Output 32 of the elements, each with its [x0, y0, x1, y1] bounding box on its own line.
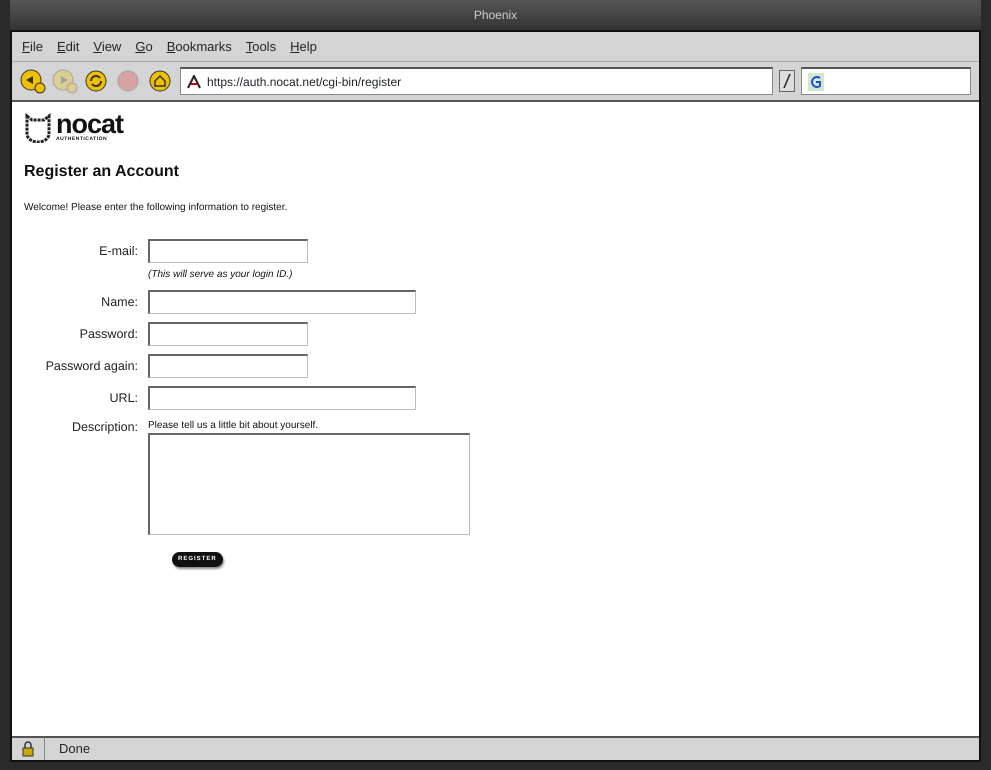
field-label: Password again: [44, 358, 139, 375]
page-heading: Register an Account [24, 162, 180, 182]
input-field[interactable] [148, 322, 308, 346]
status-text: Done [59, 740, 90, 758]
menu-item[interactable]: File [22, 36, 43, 56]
field-note: (This will serve as your login ID.) [148, 268, 294, 282]
search-engine-icon [808, 72, 824, 90]
menu-item[interactable]: Tools [246, 36, 276, 56]
description-field[interactable] [148, 432, 470, 535]
intro-text: Welcome! Please enter the following information to register. [24, 200, 288, 215]
field-hint: Please tell us a little bit about yourself. [148, 418, 320, 433]
dropdown-icon[interactable] [779, 70, 795, 92]
input-field[interactable] [148, 386, 416, 410]
field-label: Name: [100, 294, 139, 311]
address-field[interactable]: https://auth.nocat.net/cgi-bin/register [180, 67, 773, 95]
menu-item[interactable]: Bookmarks [166, 36, 232, 56]
site-icon [187, 74, 201, 88]
menu-item[interactable]: View [93, 36, 122, 56]
input-field[interactable] [148, 354, 308, 378]
menu-item[interactable]: Go [135, 36, 153, 56]
window-title: Phoenix [474, 7, 518, 24]
search-field[interactable] [801, 67, 971, 95]
lock-icon[interactable] [20, 741, 36, 757]
field-label: URL: [108, 390, 139, 407]
field-label: E-mail: [98, 242, 139, 260]
menu-item[interactable]: Help [290, 36, 317, 56]
field-label: Description: [71, 418, 139, 436]
input-field[interactable] [148, 238, 308, 263]
input-field[interactable] [148, 290, 416, 314]
menu-item[interactable]: Edit [56, 36, 80, 56]
field-label: Password: [78, 326, 139, 343]
back-icon[interactable] [20, 68, 46, 94]
